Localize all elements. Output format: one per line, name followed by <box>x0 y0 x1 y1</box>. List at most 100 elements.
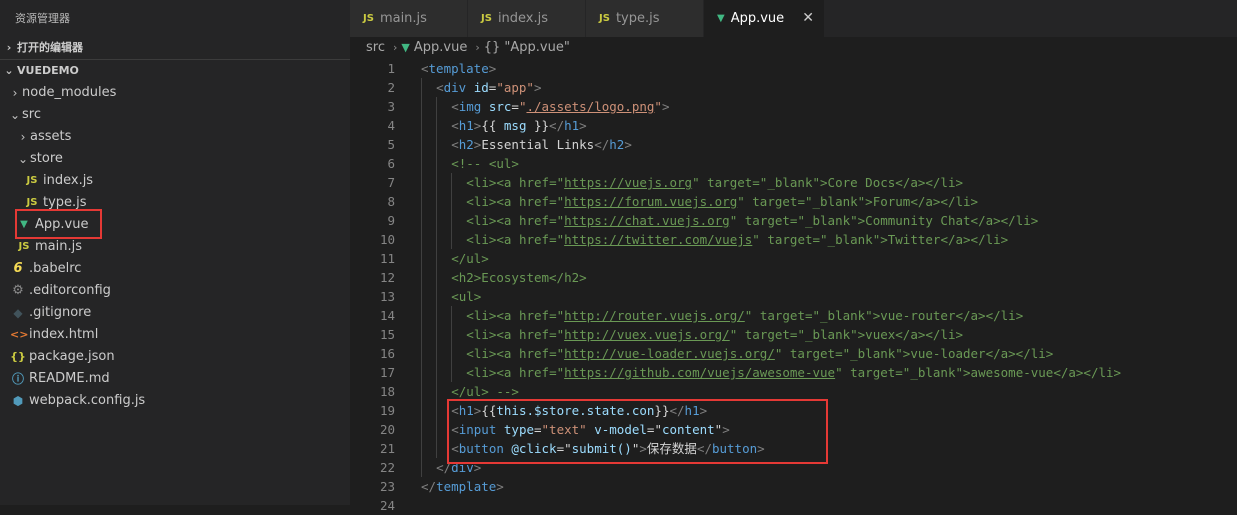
vue-file-icon: ▼ <box>401 41 410 54</box>
indent-guide <box>451 192 453 211</box>
code-token: http://vue-loader.vuejs.org/ <box>564 346 775 361</box>
indent-guide <box>451 230 453 249</box>
code-token: > <box>757 441 765 456</box>
tab-type-js[interactable]: JS type.js <box>586 0 704 37</box>
code-text: <button @click="submit()">保存数据</button> <box>421 439 765 458</box>
indent-guide <box>436 325 438 344</box>
close-icon[interactable]: ✕ <box>802 0 814 37</box>
line-number: 11 <box>379 251 395 266</box>
tree-item[interactable]: {} package.json <box>0 346 350 368</box>
code-token: " target="_blank">vue-router</a></li> <box>744 308 1024 323</box>
code-token: h1 <box>564 118 580 133</box>
tree-item[interactable]: › assets <box>0 126 350 148</box>
code-token: div <box>451 460 474 475</box>
code-token: " target="_blank">vue-loader</a></li> <box>774 346 1054 361</box>
code-token: h2 <box>458 137 474 152</box>
code-token: " target="_blank">Core Docs</a></li> <box>692 175 964 190</box>
code-token: > <box>661 99 670 114</box>
code-token: < <box>451 403 459 418</box>
code-line: 11 </ul> <box>350 249 1237 268</box>
code-line: 10 <li><a href="https://twitter.com/vuejs… <box>350 230 1237 249</box>
open-editors-section[interactable]: › 打开的编辑器 <box>0 37 350 59</box>
code-token: " target="_blank">vuex</a></li> <box>729 327 964 342</box>
code-token: src <box>488 99 512 114</box>
indent-guide <box>421 249 422 268</box>
tree-item[interactable]: ⌄ store <box>0 148 350 170</box>
code-text: <h1>{{ msg }}</h1> <box>421 116 587 135</box>
breadcrumb-symbol[interactable]: {} "App.vue" <box>484 37 570 59</box>
code-text: <input type="text" v-model="content"> <box>421 420 730 439</box>
line-number: 6 <box>387 156 395 171</box>
code-text: <li><a href="https://forum.vuejs.org" ta… <box>421 192 978 211</box>
tab-app-vue[interactable]: ▼ App.vue ✕ <box>704 0 825 37</box>
code-token: " <box>564 441 572 456</box>
code-line: 22 </div> <box>350 458 1237 477</box>
code-text: <li><a href="https://vuejs.org" target="… <box>421 173 963 192</box>
js-file-icon: JS <box>18 241 30 252</box>
line-number: 15 <box>379 327 395 342</box>
code-token: http://router.vuejs.org/ <box>564 308 745 323</box>
tab-main-js[interactable]: JS main.js <box>350 0 468 37</box>
code-text: <h1>{{this.$store.state.con}}</h1> <box>421 401 707 420</box>
indent-guide <box>421 78 422 97</box>
indent-guide <box>451 306 453 325</box>
code-token: < <box>451 422 459 437</box>
tree-item[interactable]: ◆ .gitignore <box>0 302 350 324</box>
indent-guide <box>436 268 438 287</box>
tree-item[interactable]: JS main.js <box>0 236 350 258</box>
code-text: <li><a href="https://twitter.com/vuejs" … <box>421 230 1008 249</box>
code-token: h1 <box>458 403 474 418</box>
code-token: <li><a href=" <box>466 308 565 323</box>
code-token: > <box>488 61 497 76</box>
indent-guide <box>421 458 422 477</box>
indent-guide <box>436 363 438 382</box>
code-line: 12 <h2>Ecosystem</h2> <box>350 268 1237 287</box>
tab-index-js[interactable]: JS index.js <box>468 0 586 37</box>
tree-item[interactable]: › node_modules <box>0 82 350 104</box>
tab-label: type.js <box>615 11 660 26</box>
code-line: 14 <li><a href="http://router.vuejs.org/"… <box>350 306 1237 325</box>
indent-guide <box>436 382 438 401</box>
code-token: <h2>Ecosystem</h2> <box>451 270 587 285</box>
breadcrumb-folder[interactable]: src <box>366 37 385 59</box>
tree-item-label: node_modules <box>22 85 117 100</box>
tree-item[interactable]: 6 .babelrc <box>0 258 350 280</box>
tree-item-label: .babelrc <box>29 261 82 276</box>
tree-item[interactable]: JS index.js <box>0 170 350 192</box>
tree-item[interactable]: ⬢ webpack.config.js <box>0 390 350 412</box>
code-token: h2 <box>609 137 625 152</box>
code-token: submit() <box>571 441 632 456</box>
tree-item[interactable]: ▼ App.vue <box>0 214 350 236</box>
indent-guide <box>421 268 422 287</box>
tree-item-label: README.md <box>29 371 110 386</box>
code-token: </ <box>696 441 712 456</box>
code-token: = <box>556 441 565 456</box>
project-section[interactable]: ⌄ VUEDEMO <box>0 59 350 82</box>
tree-item[interactable]: ⓘ README.md <box>0 368 350 390</box>
tree-item-label: assets <box>30 129 72 144</box>
indent-guide <box>421 306 422 325</box>
code-token: template <box>436 479 497 494</box>
code-token: v-model <box>594 422 647 437</box>
tree-item[interactable]: ⌄ src <box>0 104 350 126</box>
code-editor[interactable]: 1 <template> 2 <div id="app"> 3 <img src="./a… <box>350 59 1237 515</box>
tree-item-label: package.json <box>29 349 115 364</box>
indent-guide <box>421 344 422 363</box>
code-line: 2 <div id="app"> <box>350 78 1237 97</box>
line-number: 18 <box>379 384 395 399</box>
code-token: https://github.com/vuejs/awesome-vue <box>564 365 836 380</box>
tree-item[interactable]: JS type.js <box>0 192 350 214</box>
code-line: 24 <box>350 496 1237 515</box>
code-text: <li><a href="http://vue-loader.vuejs.org… <box>421 344 1053 363</box>
code-token: < <box>436 80 444 95</box>
code-token: img <box>458 99 482 114</box>
tree-item[interactable]: <> index.html <box>0 324 350 346</box>
code-token: </ <box>421 479 437 494</box>
code-line: 8 <li><a href="https://forum.vuejs.org" t… <box>350 192 1237 211</box>
tree-item-label: index.html <box>29 327 99 342</box>
code-token: > <box>624 137 632 152</box>
indent-guide <box>421 173 422 192</box>
code-token: < <box>451 441 459 456</box>
breadcrumb-file[interactable]: App.vue <box>414 37 467 59</box>
tree-item[interactable]: ⚙ .editorconfig <box>0 280 350 302</box>
